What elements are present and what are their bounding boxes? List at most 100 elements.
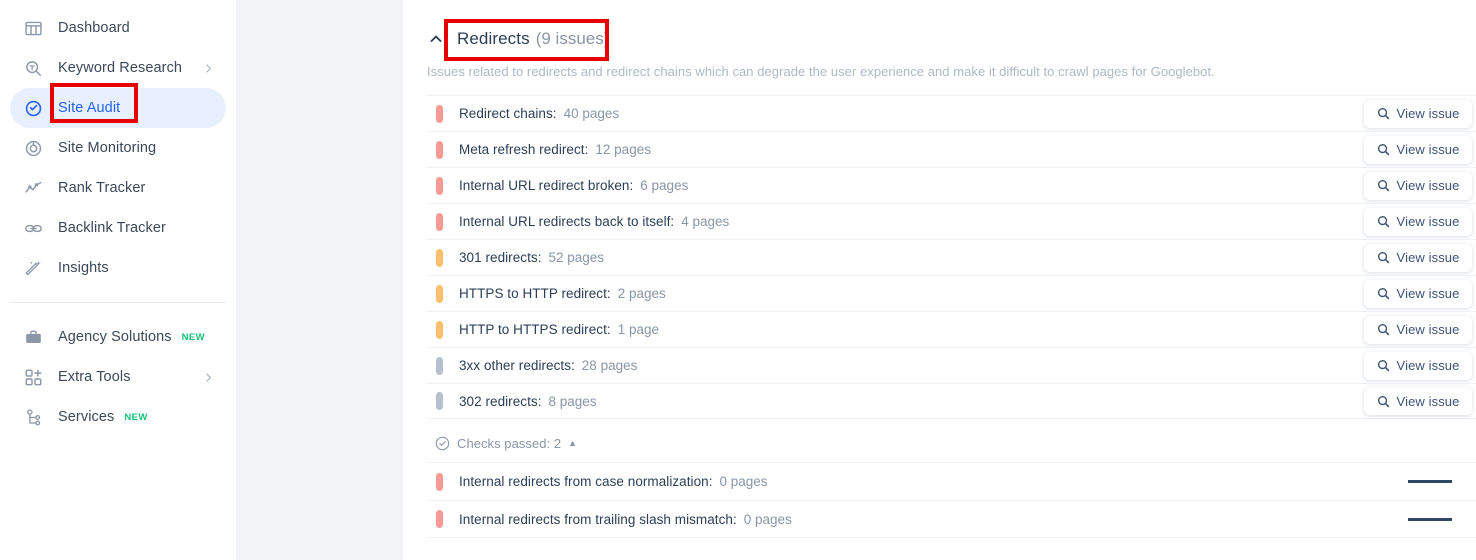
- issue-row[interactable]: 3xx other redirects: 28 pages View issue: [427, 347, 1476, 383]
- chevron-up-icon[interactable]: [427, 30, 445, 48]
- sidebar-item-label: Backlink Tracker: [58, 220, 166, 236]
- issue-name: Redirect chains:: [459, 106, 557, 121]
- section-description: Issues related to redirects and redirect…: [427, 64, 1215, 79]
- checks-passed-row[interactable]: Internal redirects from case normalizati…: [427, 462, 1476, 500]
- sidebar-item-insights[interactable]: Insights: [10, 248, 226, 288]
- search-icon: [1377, 287, 1390, 300]
- view-issue-button[interactable]: View issue: [1364, 243, 1472, 272]
- sidebar-item-site-monitoring[interactable]: Site Monitoring: [10, 128, 226, 168]
- severity-indicator: [436, 392, 443, 410]
- issue-row[interactable]: Internal URL redirect broken: 6 pages View…: [427, 167, 1476, 203]
- insights-icon: [22, 257, 44, 279]
- sidebar-item-label: Keyword Research: [58, 60, 183, 76]
- issues-table: Redirect chains: 40 pages View issue Meta r…: [427, 95, 1476, 419]
- briefcase-icon: [22, 326, 44, 348]
- sidebar-item-backlink-tracker[interactable]: Backlink Tracker: [10, 208, 226, 248]
- view-issue-button[interactable]: View issue: [1364, 135, 1472, 164]
- site-audit-icon: [22, 97, 44, 119]
- view-issue-button[interactable]: View issue: [1364, 207, 1472, 236]
- sidebar-secondary-nav: Agency Solutions NEW Extra Tools Services NE…: [0, 313, 236, 437]
- page-title: Redirects: [457, 29, 530, 48]
- view-issue-label: View issue: [1396, 286, 1460, 301]
- view-issue-button[interactable]: View issue: [1364, 99, 1472, 128]
- issue-trend-sparkline: [1302, 139, 1346, 161]
- sidebar-item-label: Site Monitoring: [58, 140, 157, 156]
- severity-indicator: [436, 472, 443, 491]
- view-issue-label: View issue: [1396, 358, 1460, 373]
- dashboard-icon: [22, 17, 44, 39]
- issue-row[interactable]: 302 redirects: 8 pages View issue: [427, 383, 1476, 419]
- issue-page-count: 6 pages: [640, 178, 689, 193]
- issue-count-label: (9 issues): [535, 29, 610, 48]
- checks-passed-toggle[interactable]: Checks passed: 2 ▲: [435, 428, 1476, 458]
- app-root: Dashboard Keyword Research Site Audit Site …: [0, 0, 1476, 560]
- extra-tools-icon: [22, 366, 44, 388]
- issue-page-count: 0 pages: [743, 511, 792, 527]
- issue-row[interactable]: Internal URL redirects back to itself: 4 …: [427, 203, 1476, 239]
- sidebar-item-extra-tools[interactable]: Extra Tools: [10, 357, 226, 397]
- sidebar-item-keyword-research[interactable]: Keyword Research: [10, 48, 226, 88]
- search-icon: [1377, 395, 1390, 408]
- caret-up-icon[interactable]: ▲: [568, 438, 577, 448]
- issue-page-count: 2 pages: [617, 286, 666, 301]
- checks-passed-row[interactable]: Internal redirects from trailing slash m…: [427, 500, 1476, 538]
- issue-row[interactable]: HTTPS to HTTP redirect: 2 pages View issue: [427, 275, 1476, 311]
- content-gutter: [236, 0, 403, 560]
- severity-indicator: [436, 104, 443, 123]
- view-issue-label: View issue: [1396, 250, 1460, 265]
- issue-page-count: 8 pages: [548, 393, 597, 409]
- issue-row[interactable]: HTTP to HTTPS redirect: 1 page View issue: [427, 311, 1476, 347]
- severity-indicator: [436, 284, 443, 303]
- sidebar-divider: [10, 302, 226, 303]
- issue-page-count: 28 pages: [581, 358, 638, 373]
- severity-indicator: [436, 248, 443, 267]
- chevron-right-icon[interactable]: [203, 63, 214, 74]
- badge-new: NEW: [181, 331, 206, 343]
- severity-indicator: [436, 356, 443, 375]
- checks-passed-table: Internal redirects from case normalizati…: [427, 462, 1476, 538]
- view-issue-button[interactable]: View issue: [1364, 387, 1472, 415]
- issue-trend-sparkline: [1302, 247, 1346, 269]
- sidebar-item-site-audit[interactable]: Site Audit: [10, 88, 226, 128]
- issue-page-count: 0 pages: [719, 474, 768, 489]
- view-issue-label: View issue: [1396, 214, 1460, 229]
- sidebar-item-label: Extra Tools: [58, 369, 131, 385]
- search-icon: [1377, 143, 1390, 156]
- issue-page-count: 52 pages: [548, 250, 605, 265]
- issue-name: HTTPS to HTTP redirect:: [459, 286, 611, 301]
- search-icon: [1377, 251, 1390, 264]
- issue-row[interactable]: 301 redirects: 52 pages View issue: [427, 239, 1476, 275]
- search-icon: [1377, 323, 1390, 336]
- issue-name: Internal URL redirect broken:: [459, 178, 634, 193]
- sidebar-item-label: Site Audit: [58, 100, 121, 116]
- severity-indicator: [436, 320, 443, 339]
- sidebar-item-dashboard[interactable]: Dashboard: [10, 8, 226, 48]
- issue-name: 301 redirects:: [459, 250, 542, 265]
- issue-row[interactable]: Redirect chains: 40 pages View issue: [427, 95, 1476, 131]
- issue-page-count: 1 page: [617, 322, 659, 337]
- view-issue-button[interactable]: View issue: [1364, 351, 1472, 380]
- backlink-tracker-icon: [22, 217, 44, 239]
- sidebar: Dashboard Keyword Research Site Audit Site …: [0, 0, 236, 560]
- redirects-section-header[interactable]: Redirects (9 issues): [427, 22, 1476, 56]
- main-content: Redirects (9 issues) Issues related to r…: [403, 0, 1476, 560]
- sidebar-item-label: Rank Tracker: [58, 180, 146, 196]
- sidebar-item-services[interactable]: Services NEW: [10, 397, 226, 437]
- issue-trend-sparkline: [1302, 319, 1346, 341]
- site-monitoring-icon: [22, 137, 44, 159]
- issue-name: 3xx other redirects:: [459, 358, 575, 373]
- view-issue-button[interactable]: View issue: [1364, 171, 1472, 200]
- sidebar-item-rank-tracker[interactable]: Rank Tracker: [10, 168, 226, 208]
- search-icon: [1377, 359, 1390, 372]
- severity-indicator: [436, 140, 443, 159]
- severity-indicator: [436, 212, 443, 231]
- view-issue-button[interactable]: View issue: [1364, 315, 1472, 344]
- chevron-right-icon[interactable]: [203, 372, 214, 383]
- sidebar-item-label: Agency Solutions: [58, 329, 172, 345]
- rank-tracker-icon: [22, 177, 44, 199]
- view-issue-label: View issue: [1396, 393, 1460, 409]
- issue-row[interactable]: Meta refresh redirect: 12 pages View issue: [427, 131, 1476, 167]
- sidebar-item-agency-solutions[interactable]: Agency Solutions NEW: [10, 317, 226, 357]
- issue-trend-sparkline: [1302, 283, 1346, 305]
- view-issue-button[interactable]: View issue: [1364, 279, 1472, 308]
